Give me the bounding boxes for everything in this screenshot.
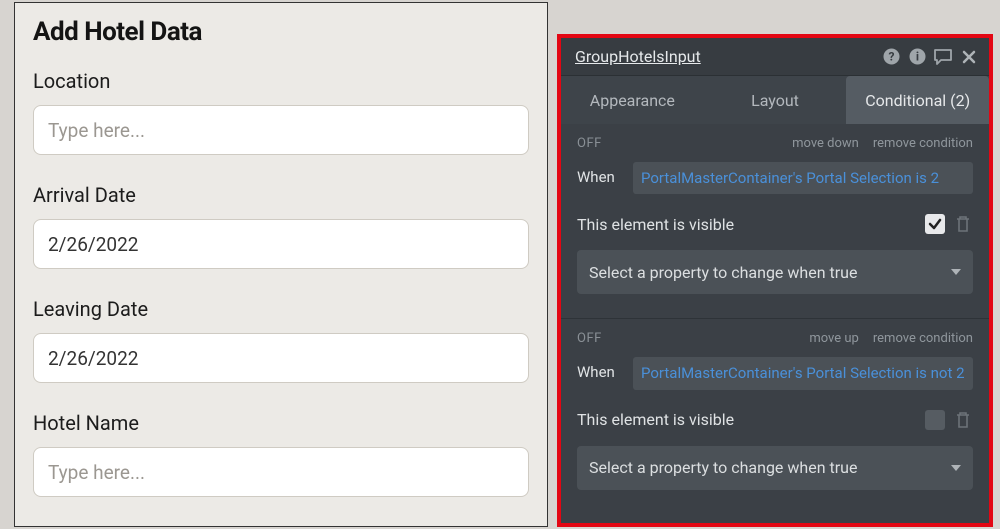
move-down-link[interactable]: move down xyxy=(792,136,859,151)
tab-layout[interactable]: Layout xyxy=(704,76,847,124)
input-hotel-name[interactable] xyxy=(33,447,529,497)
chevron-down-icon xyxy=(951,269,961,275)
form-title: Add Hotel Data xyxy=(33,17,529,47)
inspector-panel-highlight: GroupHotelsInput ? i Appearance Layout C… xyxy=(557,34,993,527)
condition-state: OFF xyxy=(577,331,795,346)
condition-state: OFF xyxy=(577,136,778,151)
move-up-link[interactable]: move up xyxy=(809,331,859,346)
visible-row: This element is visible xyxy=(577,410,973,430)
label-leaving-date: Leaving Date xyxy=(33,297,529,321)
visible-label: This element is visible xyxy=(577,215,925,234)
input-leaving-date[interactable] xyxy=(33,333,529,383)
trash-icon[interactable] xyxy=(955,215,973,233)
condition-block: OFF move down remove condition When Port… xyxy=(561,124,989,306)
expression-input[interactable]: PortalMasterContainer's Portal Selection… xyxy=(633,162,973,194)
condition-block: OFF move up remove condition When Portal… xyxy=(561,319,989,501)
visible-row: This element is visible xyxy=(577,214,973,234)
tab-conditional[interactable]: Conditional (2) xyxy=(846,76,989,124)
input-location[interactable] xyxy=(33,105,529,155)
visible-checkbox[interactable] xyxy=(925,410,945,430)
help-icon[interactable]: ? xyxy=(881,47,901,67)
expression-input[interactable]: PortalMasterContainer's Portal Selection… xyxy=(633,357,973,389)
when-row: When PortalMasterContainer's Portal Sele… xyxy=(577,162,973,194)
label-arrival-date: Arrival Date xyxy=(33,183,529,207)
remove-condition-link[interactable]: remove condition xyxy=(873,136,973,151)
condition-top-row: OFF move up remove condition xyxy=(577,325,973,351)
remove-condition-link[interactable]: remove condition xyxy=(873,331,973,346)
when-label: When xyxy=(577,162,633,186)
inspector-header: GroupHotelsInput ? i xyxy=(561,38,989,76)
chevron-down-icon xyxy=(951,465,961,471)
visible-checkbox[interactable] xyxy=(925,214,945,234)
comment-icon[interactable] xyxy=(933,47,953,67)
condition-top-row: OFF move down remove condition xyxy=(577,130,973,156)
visible-label: This element is visible xyxy=(577,410,925,429)
when-label: When xyxy=(577,357,633,381)
close-icon[interactable] xyxy=(959,47,979,67)
inspector-title[interactable]: GroupHotelsInput xyxy=(575,47,875,66)
inspector-tabs: Appearance Layout Conditional (2) xyxy=(561,76,989,124)
label-hotel-name: Hotel Name xyxy=(33,411,529,435)
info-icon[interactable]: i xyxy=(907,47,927,67)
input-arrival-date[interactable] xyxy=(33,219,529,269)
inspector-panel: GroupHotelsInput ? i Appearance Layout C… xyxy=(561,38,989,523)
svg-text:?: ? xyxy=(888,50,894,64)
form-panel: Add Hotel Data Location Arrival Date Lea… xyxy=(14,2,548,527)
trash-icon[interactable] xyxy=(955,411,973,429)
tab-appearance[interactable]: Appearance xyxy=(561,76,704,124)
property-select[interactable]: Select a property to change when true xyxy=(577,250,973,294)
property-select[interactable]: Select a property to change when true xyxy=(577,446,973,490)
label-location: Location xyxy=(33,69,529,93)
conditional-body: OFF move down remove condition When Port… xyxy=(561,124,989,523)
property-select-label: Select a property to change when true xyxy=(589,458,857,477)
when-row: When PortalMasterContainer's Portal Sele… xyxy=(577,357,973,389)
svg-text:i: i xyxy=(915,50,918,64)
property-select-label: Select a property to change when true xyxy=(589,263,857,282)
